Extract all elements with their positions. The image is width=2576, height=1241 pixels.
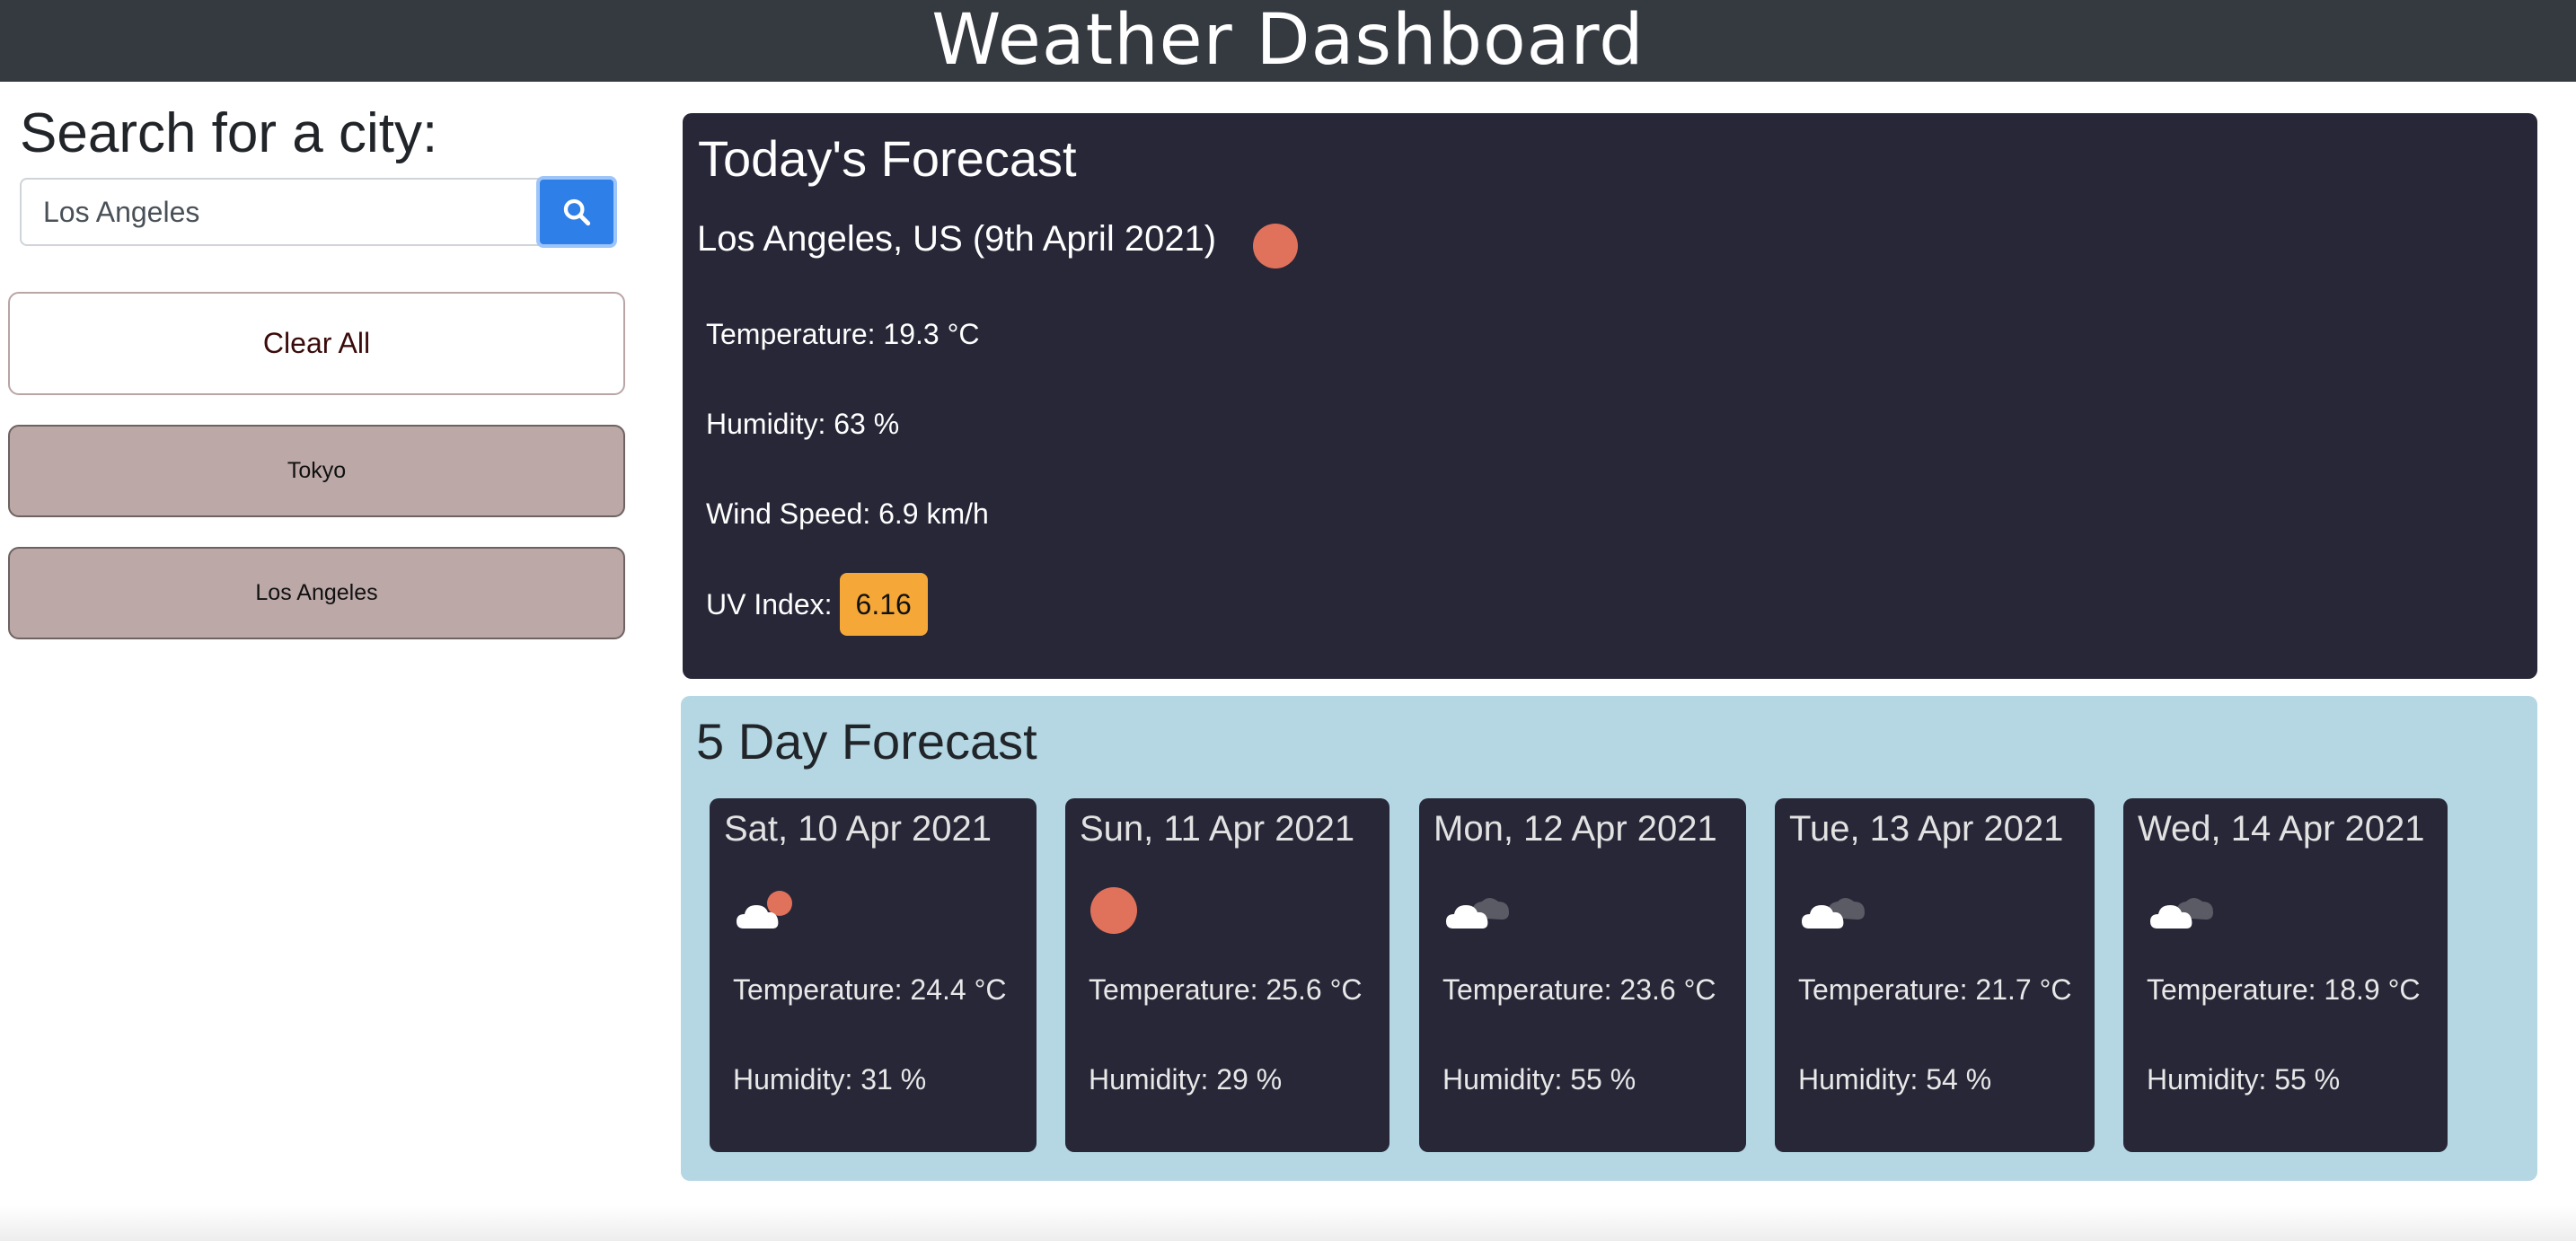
page-title: Weather Dashboard: [931, 0, 1645, 81]
cloudy-icon: [1446, 898, 1509, 929]
cloudy-icon: [1802, 898, 1865, 929]
forecast-temperature: Temperature: 24.4 °C: [733, 973, 1007, 1006]
search-group: [20, 176, 617, 250]
forecast-humidity: Humidity: 31 %: [733, 1063, 927, 1096]
forecast-date: Sat, 10 Apr 2021: [724, 809, 992, 849]
current-humidity: Humidity: 63 %: [706, 408, 900, 440]
cloudy-icon: [2150, 898, 2213, 929]
forecast-card: Tue, 13 Apr 2021 Temperature: 21.7 °C Hu…: [1775, 798, 2095, 1152]
history-button-tokyo[interactable]: Tokyo: [8, 425, 625, 517]
clear-all-button[interactable]: Clear All: [8, 292, 625, 395]
forecast-date: Wed, 14 Apr 2021: [2138, 809, 2425, 849]
forecast-humidity: Humidity: 55 %: [2147, 1063, 2341, 1096]
uv-index-badge: 6.16: [839, 573, 928, 636]
forecast-temperature: Temperature: 18.9 °C: [2147, 973, 2421, 1006]
forecast-humidity: Humidity: 55 %: [1442, 1063, 1636, 1096]
forecast-temperature: Temperature: 23.6 °C: [1442, 973, 1716, 1006]
forecast-date: Tue, 13 Apr 2021: [1789, 809, 2064, 849]
five-day-forecast-panel: 5 Day Forecast Sat, 10 Apr 2021 Temperat…: [681, 696, 2537, 1181]
uv-index-label: UV Index:: [706, 587, 833, 620]
todays-forecast-title: Today's Forecast: [698, 130, 1077, 187]
page-header: Weather Dashboard: [0, 0, 2576, 82]
search-icon: [563, 198, 591, 226]
forecast-card: Sat, 10 Apr 2021 Temperature: 24.4 °C Hu…: [710, 798, 1037, 1152]
forecast-temperature: Temperature: 25.6 °C: [1089, 973, 1363, 1006]
sun-icon: [1253, 224, 1298, 268]
sidebar: Search for a city: Clear All Tokyo Los A…: [0, 82, 647, 1241]
current-temperature: Temperature: 19.3 °C: [706, 318, 980, 350]
forecast-card: Mon, 12 Apr 2021 Temperature: 23.6 °C Hu…: [1419, 798, 1746, 1152]
page-bottom-edge: [0, 1205, 2576, 1241]
sun-icon: [1090, 887, 1137, 934]
forecast-date: Sun, 11 Apr 2021: [1080, 809, 1355, 849]
current-wind-speed: Wind Speed: 6.9 km/h: [706, 497, 989, 530]
forecast-humidity: Humidity: 29 %: [1089, 1063, 1283, 1096]
forecast-date: Mon, 12 Apr 2021: [1434, 809, 1717, 849]
forecast-humidity: Humidity: 54 %: [1798, 1063, 1992, 1096]
search-input[interactable]: [20, 178, 541, 246]
history-button-los-angeles[interactable]: Los Angeles: [8, 547, 625, 639]
partly-cloudy-sun-icon: [737, 891, 792, 929]
current-city-date: Los Angeles, US (9th April 2021): [697, 219, 1217, 259]
forecast-card: Sun, 11 Apr 2021 Temperature: 25.6 °C Hu…: [1065, 798, 1389, 1152]
todays-forecast-panel: Today's Forecast Los Angeles, US (9th Ap…: [683, 113, 2537, 679]
five-day-forecast-title: 5 Day Forecast: [696, 713, 1037, 770]
search-button[interactable]: [536, 176, 617, 248]
search-heading: Search for a city:: [20, 102, 438, 164]
uv-index-row: UV Index: 6.16: [706, 573, 928, 636]
forecast-card: Wed, 14 Apr 2021 Temperature: 18.9 °C Hu…: [2123, 798, 2448, 1152]
forecast-temperature: Temperature: 21.7 °C: [1798, 973, 2072, 1006]
